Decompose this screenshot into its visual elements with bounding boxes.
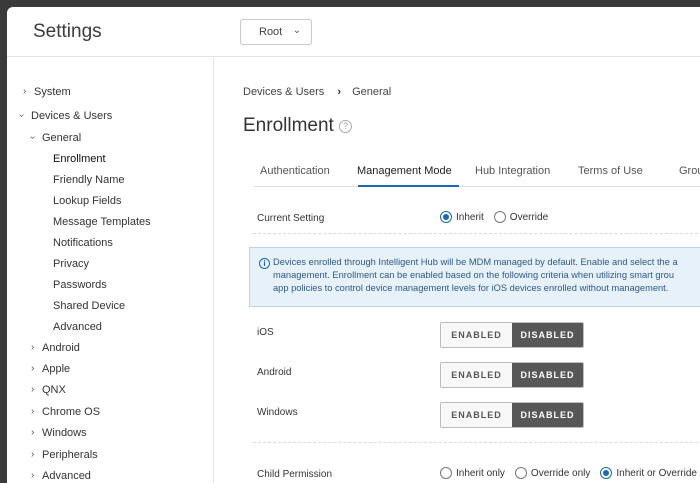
sidebar-item-windows[interactable]: › Windows [31,427,87,439]
radio-selected-icon [600,467,613,479]
org-group-value: Root [259,26,283,38]
sidebar-item-qnx[interactable]: › QNX [31,384,66,396]
divider [253,442,700,443]
sidebar-item-lookup-fields[interactable]: Lookup Fields [53,195,122,207]
sidebar-item-apple[interactable]: › Apple [31,363,70,375]
windows-disabled-button[interactable]: DISABLED [512,403,583,427]
caret-right-icon: › [31,449,35,460]
sidebar-item-privacy[interactable]: Privacy [53,258,89,270]
sidebar-item-notifications[interactable]: Notifications [53,237,113,249]
tab-groups[interactable]: Grou [679,165,700,177]
current-setting-label: Current Setting [257,213,325,224]
child-permission-label: Child Permission [257,469,333,480]
breadcrumb-parent[interactable]: Devices & Users [243,86,324,98]
chevron-down-icon: ⌄ [292,25,301,36]
inherit-radio-option[interactable]: Inherit [440,211,484,223]
tab-bar: Authentication Management Mode Hub Integ… [253,157,700,187]
sidebar-item-chrome-os[interactable]: › Chrome OS [31,406,100,418]
sidebar-item-system[interactable]: › System [23,86,71,98]
caret-right-icon: › [23,86,27,97]
sidebar-item-advanced[interactable]: › Advanced [31,470,91,482]
sidebar-item-android[interactable]: › Android [31,342,80,354]
windows-label: Windows [257,407,298,418]
radio-unselected-icon [514,467,527,479]
android-disabled-button[interactable]: DISABLED [512,363,583,387]
tab-terms-of-use[interactable]: Terms of Use [578,165,643,177]
header-bar: Settings Root ⌄ [7,7,700,57]
radio-unselected-icon [493,211,506,223]
main-content: Devices & Users › General Enrollment ? A… [215,58,700,483]
child-permission-radio-group: Inherit only Override only Inherit or Ov… [440,467,700,479]
windows-enrollment-toggle: ENABLED DISABLED [440,402,584,428]
inherit-or-override-radio-option[interactable]: Inherit or Override [600,467,697,479]
caret-right-icon: › [31,406,35,417]
sidebar-item-enrollment[interactable]: Enrollment [53,153,106,165]
tab-hub-integration[interactable]: Hub Integration [475,165,550,177]
caret-right-icon: › [31,384,35,395]
caret-down-icon: › [16,113,28,118]
override-radio-option[interactable]: Override [493,211,548,223]
info-icon: i [259,258,270,269]
caret-right-icon: › [31,342,35,353]
active-tab-indicator [358,185,459,187]
sidebar-item-peripherals[interactable]: › Peripherals [31,449,98,461]
sidebar-item-advanced-general[interactable]: Advanced [53,321,102,333]
breadcrumb-current: General [352,86,392,98]
caret-right-icon: › [31,363,35,374]
caret-down-icon: › [27,135,39,140]
divider [253,233,700,234]
ios-enrollment-toggle: ENABLED DISABLED [440,322,584,348]
sidebar-item-message-templates[interactable]: Message Templates [53,216,151,228]
sidebar-item-shared-device[interactable]: Shared Device [53,300,125,312]
tab-authentication[interactable]: Authentication [260,165,330,177]
page-title: Enrollment [243,115,334,136]
org-group-dropdown[interactable]: Root ⌄ [240,19,312,45]
caret-right-icon: › [31,427,35,438]
android-label: Android [257,367,292,378]
sidebar-item-devices-users[interactable]: › Devices & Users [16,110,112,122]
sidebar-item-general[interactable]: › General [27,132,81,144]
help-icon[interactable]: ? [339,120,352,133]
radio-selected-icon [440,211,452,223]
android-enrollment-toggle: ENABLED DISABLED [440,362,584,388]
windows-enabled-button[interactable]: ENABLED [441,403,512,427]
breadcrumb: Devices & Users › General [243,86,391,98]
sidebar-item-friendly-name[interactable]: Friendly Name [53,174,125,186]
sidebar-item-passwords[interactable]: Passwords [53,279,107,291]
ios-label: iOS [257,327,274,338]
inherit-only-radio-option[interactable]: Inherit only [440,467,505,479]
ios-disabled-button[interactable]: DISABLED [512,323,583,347]
caret-right-icon: › [31,470,35,481]
info-text: Devices enrolled through Intelligent Hub… [273,257,678,293]
android-enabled-button[interactable]: ENABLED [441,363,512,387]
chevron-right-icon: › [337,86,342,98]
sidebar: › System › Devices & Users › General Enr… [7,58,214,483]
info-banner: i Devices enrolled through Intelligent H… [249,247,700,307]
radio-unselected-icon [440,467,452,479]
settings-window: Settings Root ⌄ › System › Devices & Use… [7,7,700,483]
app-title: Settings [33,21,102,42]
override-only-radio-option[interactable]: Override only [514,467,590,479]
ios-enabled-button[interactable]: ENABLED [441,323,512,347]
tab-management-mode[interactable]: Management Mode [357,165,452,177]
current-setting-radio-group: Inherit Override [440,211,558,223]
